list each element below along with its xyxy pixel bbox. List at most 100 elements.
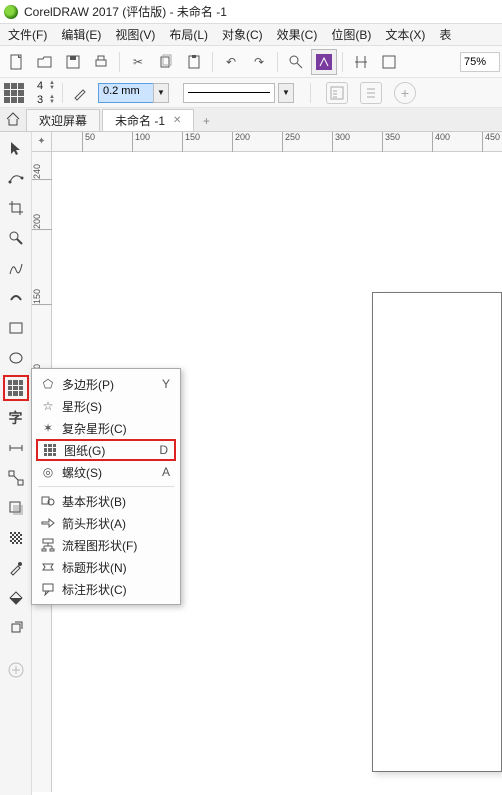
outline-width-input[interactable]: 0.2 mm — [98, 83, 154, 103]
zoom-tool[interactable] — [4, 226, 28, 250]
print-button[interactable] — [88, 49, 114, 75]
zoom-input[interactable] — [460, 52, 500, 72]
grid-rows-value[interactable]: 3 — [32, 94, 48, 106]
smart-fill-tool[interactable] — [4, 616, 28, 640]
menu-table[interactable]: 表 — [439, 26, 451, 43]
window-title: CorelDRAW 2017 (评估版) - 未命名 -1 — [24, 3, 227, 20]
line-style-selector[interactable] — [183, 83, 275, 103]
menu-item-star[interactable]: ☆ 星形(S) — [32, 395, 180, 417]
artistic-media-tool[interactable] — [4, 286, 28, 310]
menu-item-label: 箭头形状(A) — [62, 515, 170, 532]
menu-separator — [38, 486, 174, 487]
hruler-tick: 50 — [82, 132, 95, 152]
parallel-dimension-tool[interactable] — [4, 436, 28, 460]
menu-item-spiral[interactable]: ◎ 螺纹(S) A — [32, 461, 180, 483]
tab-doc-label: 未命名 -1 — [115, 112, 165, 129]
menu-item-arrow-shapes[interactable]: 箭头形状(A) — [32, 512, 180, 534]
menu-layout[interactable]: 布局(L) — [169, 26, 208, 43]
connector-tool[interactable] — [4, 466, 28, 490]
hruler-tick: 200 — [232, 132, 250, 152]
menu-text[interactable]: 文本(X) — [385, 26, 425, 43]
vruler-tick: 240 — [32, 162, 52, 180]
menu-item-basic-shapes[interactable]: 基本形状(B) — [32, 490, 180, 512]
line-style-dropdown-icon[interactable]: ▼ — [278, 83, 294, 103]
object-properties-button[interactable] — [360, 82, 382, 104]
home-tab-icon[interactable] — [0, 107, 26, 131]
cut-button[interactable]: ✂ — [125, 49, 151, 75]
text-tool[interactable]: 字 — [4, 406, 28, 430]
menu-item-label: 星形(S) — [62, 398, 154, 415]
save-button[interactable] — [60, 49, 86, 75]
spiral-icon: ◎ — [38, 465, 58, 479]
new-tab-button[interactable]: + — [196, 111, 216, 131]
graph-grid-icon — [4, 83, 24, 103]
menu-shortcut: A — [154, 465, 170, 479]
toolbox: 字 — [0, 132, 32, 795]
quick-customize-button[interactable] — [4, 658, 28, 682]
undo-button[interactable]: ↶ — [218, 49, 244, 75]
search-button[interactable] — [283, 49, 309, 75]
rows-down-icon[interactable]: ▼ — [49, 100, 55, 105]
tab-close-icon[interactable]: ✕ — [173, 115, 181, 126]
shape-tool[interactable] — [4, 166, 28, 190]
ruler-origin-icon[interactable]: ✦ — [32, 132, 52, 152]
menu-item-graph-paper[interactable]: 图纸(G) D — [36, 439, 176, 461]
menu-item-banner-shapes[interactable]: 标题形状(N) — [32, 556, 180, 578]
vruler-tick: 150 — [32, 287, 52, 305]
crop-tool[interactable] — [4, 196, 28, 220]
arrow-shapes-icon — [38, 516, 58, 530]
vruler-tick: 200 — [32, 212, 52, 230]
pen-icon — [70, 83, 90, 103]
basic-shapes-icon — [38, 494, 58, 508]
rectangle-tool[interactable] — [4, 316, 28, 340]
pick-tool[interactable] — [4, 136, 28, 160]
menu-item-callout-shapes[interactable]: 标注形状(C) — [32, 578, 180, 600]
menu-item-complex-star[interactable]: ✶ 复杂星形(C) — [32, 417, 180, 439]
tab-document[interactable]: 未命名 -1 ✕ — [102, 109, 194, 131]
menu-item-flowchart-shapes[interactable]: 流程图形状(F) — [32, 534, 180, 556]
menu-shortcut: Y — [154, 377, 170, 391]
grid-cols-value[interactable]: 4 — [32, 80, 48, 92]
copy-button[interactable] — [153, 49, 179, 75]
drop-shadow-tool[interactable] — [4, 496, 28, 520]
menu-view[interactable]: 视图(V) — [115, 26, 155, 43]
menu-object[interactable]: 对象(C) — [222, 26, 263, 43]
menu-item-polygon[interactable]: ⬠ 多边形(P) Y — [32, 373, 180, 395]
ellipse-tool[interactable] — [4, 346, 28, 370]
tab-welcome[interactable]: 欢迎屏幕 — [26, 109, 100, 131]
menu-effect[interactable]: 效果(C) — [277, 26, 318, 43]
hruler-tick: 250 — [282, 132, 300, 152]
new-button[interactable] — [4, 49, 30, 75]
outline-width-dropdown-icon[interactable]: ▼ — [153, 83, 169, 103]
open-button[interactable] — [32, 49, 58, 75]
cols-down-icon[interactable]: ▼ — [49, 86, 55, 91]
menu-item-label: 基本形状(B) — [62, 493, 170, 510]
menu-item-label: 多边形(P) — [62, 376, 154, 393]
publish-button[interactable] — [311, 49, 337, 75]
menu-file[interactable]: 文件(F) — [8, 26, 47, 43]
hruler-tick: 150 — [182, 132, 200, 152]
interactive-fill-tool[interactable] — [4, 586, 28, 610]
color-eyedropper-tool[interactable] — [4, 556, 28, 580]
complex-star-icon: ✶ — [38, 421, 58, 435]
menu-edit[interactable]: 编辑(E) — [61, 26, 101, 43]
hruler-tick: 350 — [382, 132, 400, 152]
options-button[interactable] — [376, 49, 402, 75]
flowchart-shapes-icon — [38, 538, 58, 552]
menu-item-label: 螺纹(S) — [62, 464, 154, 481]
property-bar: 4▲▼ 3▲▼ 0.2 mm▼ ▼ + — [0, 78, 502, 108]
wrap-text-button[interactable] — [326, 82, 348, 104]
freehand-tool[interactable] — [4, 256, 28, 280]
redo-button[interactable]: ↷ — [246, 49, 272, 75]
star-icon: ☆ — [38, 399, 58, 413]
horizontal-ruler[interactable]: 50 100 150 200 250 300 350 400 450 — [52, 132, 502, 152]
add-button[interactable]: + — [394, 82, 416, 104]
document-tabs: 欢迎屏幕 未命名 -1 ✕ + — [0, 108, 502, 132]
polygon-tool[interactable] — [4, 376, 28, 400]
menu-item-label: 流程图形状(F) — [62, 537, 170, 554]
menu-bitmap[interactable]: 位图(B) — [331, 26, 371, 43]
align-button[interactable] — [348, 49, 374, 75]
paste-button[interactable] — [181, 49, 207, 75]
graph-paper-icon — [40, 444, 60, 456]
transparency-tool[interactable] — [4, 526, 28, 550]
